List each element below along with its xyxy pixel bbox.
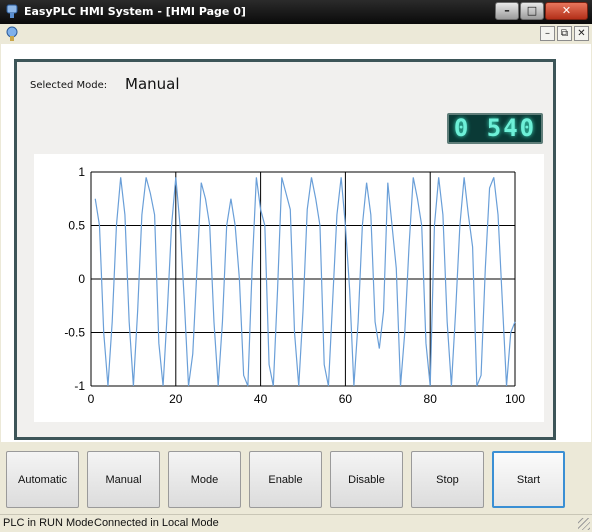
- hmi-panel: Selected Mode: Manual 0 540 0 20 40 60 80 100…: [14, 59, 556, 440]
- stop-button[interactable]: Stop: [411, 451, 484, 508]
- automatic-button[interactable]: Automatic: [6, 451, 79, 508]
- mdi-minimize-button[interactable]: –: [540, 26, 555, 41]
- counter-display: 0 540: [447, 113, 543, 144]
- manual-button[interactable]: Manual: [87, 451, 160, 508]
- plc-app-icon: [6, 4, 18, 18]
- y-tick-label: 0.5: [68, 219, 85, 233]
- command-bar: Automatic Manual Mode Enable Disable Stop Star…: [0, 442, 592, 514]
- status-bar: PLC in RUN Mode Connected in Local Mode: [0, 514, 592, 532]
- y-tick-label: -1: [74, 379, 85, 393]
- y-tick-label: -0.5: [64, 326, 85, 340]
- selected-mode-label: Selected Mode:: [30, 80, 108, 91]
- mdi-restore-button[interactable]: ⧉: [557, 26, 572, 41]
- signal-chart-svg: 0 20 40 60 80 100 1 0.5 0 -0.5 -1: [64, 165, 525, 406]
- maximize-window-button[interactable]: □: [520, 2, 544, 20]
- x-tick-label: 0: [88, 392, 95, 406]
- y-tick-label: 1: [78, 165, 85, 179]
- plc-state-text: PLC in RUN Mode: [3, 517, 94, 529]
- connection-status-text: Connected in Local Mode: [94, 517, 219, 529]
- signal-chart: 0 20 40 60 80 100 1 0.5 0 -0.5 -1: [34, 154, 544, 422]
- hmi-page: Selected Mode: Manual 0 540 0 20 40 60 80 100…: [1, 44, 591, 442]
- enable-button[interactable]: Enable: [249, 451, 322, 508]
- title-bar: EasyPLC HMI System - [HMI Page 0] – □ ✕: [0, 0, 592, 24]
- resize-grip[interactable]: [578, 518, 590, 530]
- x-tick-label: 60: [339, 392, 353, 406]
- close-window-button[interactable]: ✕: [545, 2, 588, 20]
- x-tick-label: 100: [505, 392, 525, 406]
- x-tick-label: 20: [169, 392, 183, 406]
- x-tick-label: 80: [424, 392, 438, 406]
- x-tick-label: 40: [254, 392, 268, 406]
- window-title: EasyPLC HMI System - [HMI Page 0]: [24, 5, 246, 18]
- minimize-window-button[interactable]: –: [495, 2, 519, 20]
- selected-mode-value: Manual: [125, 75, 180, 93]
- mdi-close-button[interactable]: ✕: [574, 26, 589, 41]
- hmi-page-icon: [6, 26, 18, 41]
- y-tick-label: 0: [78, 272, 85, 286]
- mode-button[interactable]: Mode: [168, 451, 241, 508]
- disable-button[interactable]: Disable: [330, 451, 403, 508]
- mdi-child-bar: – ⧉ ✕: [0, 24, 592, 44]
- start-button[interactable]: Start: [492, 451, 565, 508]
- signal-series-line: [94, 177, 516, 387]
